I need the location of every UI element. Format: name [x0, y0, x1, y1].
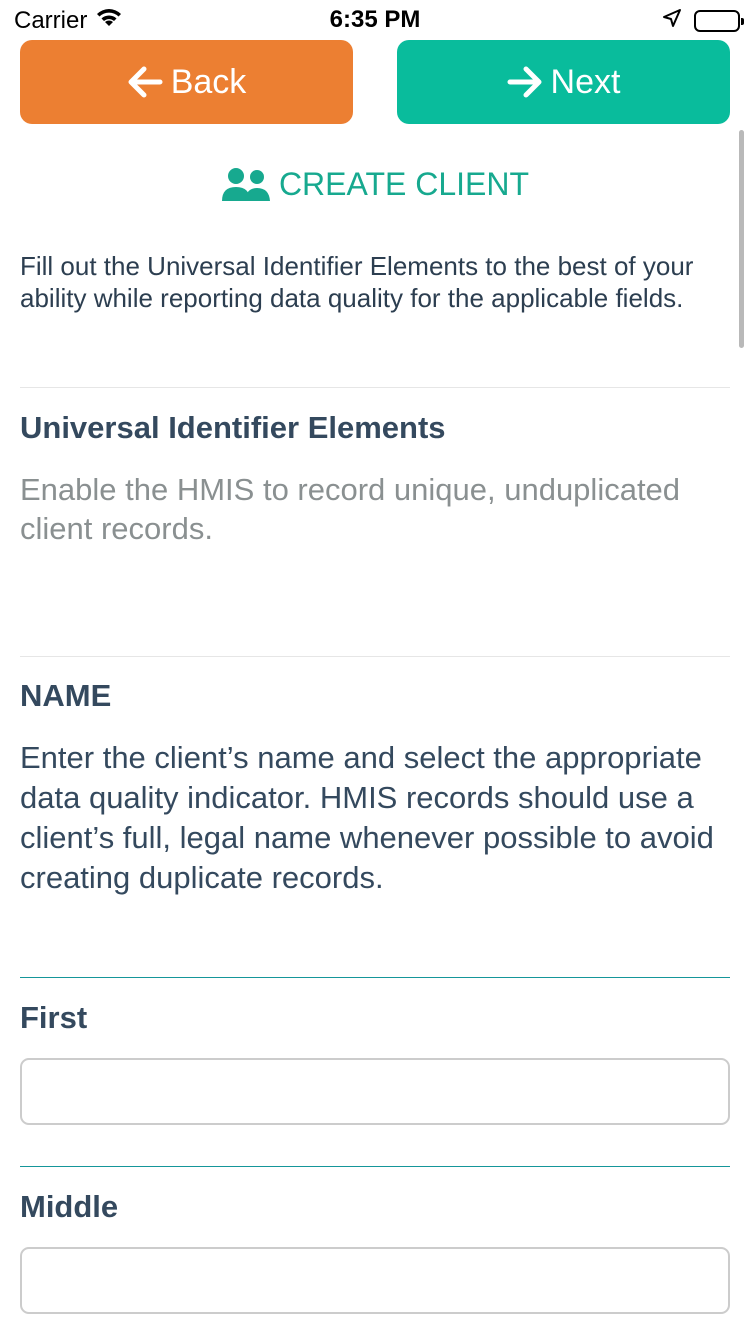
page-title: CREATE CLIENT [0, 166, 750, 203]
middle-name-input[interactable] [20, 1247, 730, 1314]
next-button[interactable]: Next [397, 40, 730, 124]
first-name-label: First [20, 1000, 88, 1035]
first-name-input[interactable] [20, 1058, 730, 1125]
status-time: 6:35 PM [329, 6, 421, 33]
divider [20, 387, 730, 388]
users-icon [221, 167, 271, 203]
arrow-right-icon [507, 65, 543, 99]
intro-text: Fill out the Universal Identifier Elemen… [20, 251, 694, 313]
middle-name-label: Middle [20, 1189, 119, 1224]
back-button[interactable]: Back [20, 40, 353, 124]
name-section-description: Enter the client’s name and select the a… [20, 740, 714, 895]
section-description: Enable the HMIS to record unique, undupl… [20, 472, 681, 546]
name-section-title: NAME [20, 678, 112, 713]
status-right [662, 8, 744, 33]
next-label: Next [550, 62, 621, 101]
arrow-left-icon [127, 65, 163, 99]
field-divider [20, 1166, 730, 1167]
location-arrow-icon [662, 8, 682, 33]
back-label: Back [170, 62, 247, 101]
battery-icon [694, 9, 744, 32]
divider [20, 656, 730, 657]
section-title: Universal Identifier Elements [20, 410, 446, 445]
field-divider [20, 977, 730, 978]
scroll-indicator[interactable] [739, 130, 744, 348]
page-title-text: CREATE CLIENT [278, 166, 530, 202]
status-bar: Carrier 6:35 PM [0, 0, 750, 40]
